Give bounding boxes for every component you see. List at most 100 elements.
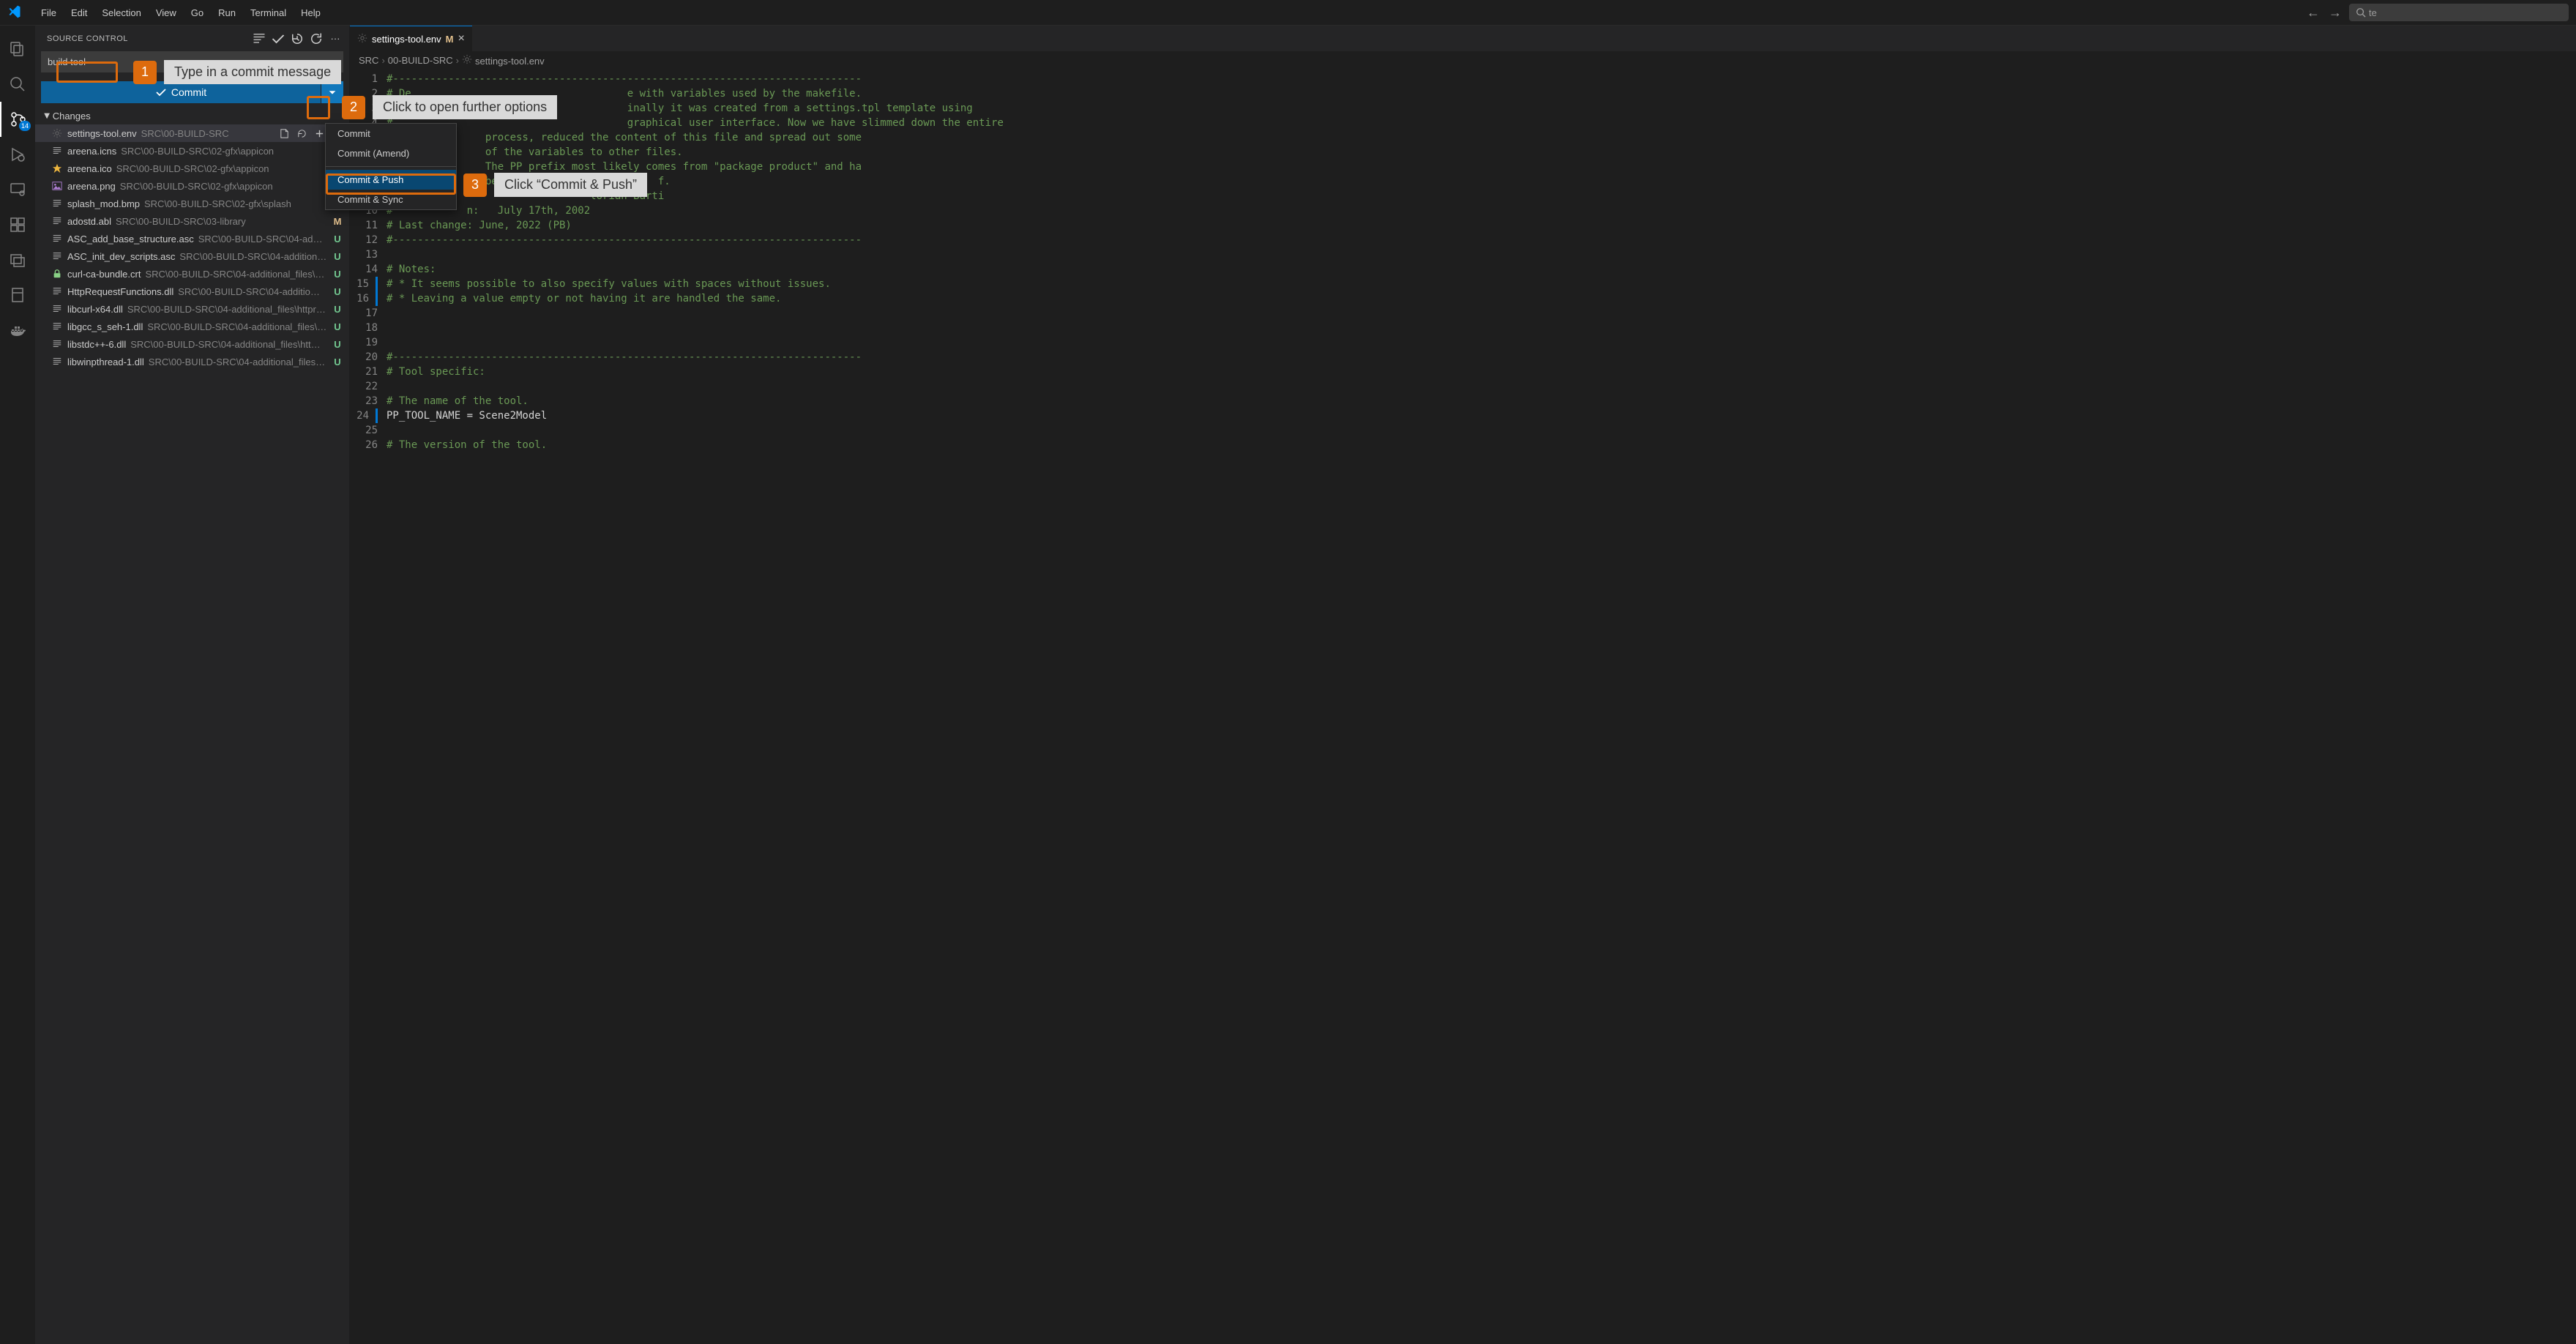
file-path: SRC\00-BUILD-SRC\04-additional_files\htt…: [130, 339, 327, 350]
panel-title: SOURCE CONTROL: [47, 34, 128, 43]
source-control-panel: SOURCE CONTROL ··· Commit: [35, 26, 350, 1344]
menu-terminal[interactable]: Terminal: [243, 4, 294, 21]
commit-option[interactable]: Commit & Sync: [326, 190, 456, 209]
history-icon[interactable]: [289, 31, 305, 47]
file-status: U: [332, 321, 343, 332]
star-icon: [51, 163, 63, 174]
extensions-tab[interactable]: [0, 207, 35, 242]
file-item[interactable]: libcurl-x64.dll SRC\00-BUILD-SRC\04-addit…: [35, 300, 349, 318]
file-item[interactable]: ASC_add_base_structure.asc SRC\00-BUILD-S…: [35, 230, 349, 247]
breadcrumb-segment[interactable]: 00-BUILD-SRC: [388, 55, 453, 66]
file-path: SRC\00-BUILD-SRC\04-addi…: [198, 234, 327, 244]
lines-icon: [51, 233, 63, 244]
gear-icon: [357, 33, 367, 45]
file-name: areena.png: [67, 181, 116, 192]
remote-tab[interactable]: [0, 172, 35, 207]
discard-icon[interactable]: [294, 125, 310, 141]
file-item[interactable]: settings-tool.envSRC\00-BUILD-SRCM: [35, 124, 349, 142]
menu-run[interactable]: Run: [211, 4, 243, 21]
view-changes-icon[interactable]: [251, 31, 267, 47]
menu-edit[interactable]: Edit: [64, 4, 94, 21]
chevron-down-icon: ▶: [42, 113, 51, 119]
menu-help[interactable]: Help: [294, 4, 328, 21]
source-control-tab[interactable]: 14: [0, 102, 35, 137]
file-status: U: [332, 286, 343, 297]
window-tab[interactable]: [0, 242, 35, 277]
docker-tab[interactable]: [0, 313, 35, 348]
file-name: libwinpthread-1.dll: [67, 356, 144, 367]
file-item[interactable]: areena.pngSRC\00-BUILD-SRC\02-gfx\appico…: [35, 177, 349, 195]
file-path: SRC\00-BUILD-SRC\03-library: [116, 216, 327, 227]
annotation-2: 2 Click to open further options: [335, 95, 557, 119]
file-name: areena.icns: [67, 146, 116, 157]
scm-badge: 14: [19, 121, 31, 131]
commit-option[interactable]: Commit & Push: [326, 170, 456, 190]
commit-button[interactable]: Commit: [41, 81, 321, 103]
file-item[interactable]: areena.icnsSRC\00-BUILD-SRC\02-gfx\appic…: [35, 142, 349, 160]
nav-forward-icon[interactable]: →: [2327, 5, 2343, 20]
menu-file[interactable]: File: [34, 4, 64, 21]
annotation-3: 3 Click “Commit & Push”: [456, 173, 647, 197]
menu-selection[interactable]: Selection: [94, 4, 148, 21]
lines-icon: [51, 303, 63, 315]
gear-icon: [51, 127, 63, 139]
file-path: SRC\00-BUILD-SRC\04-additional_files\htt…: [127, 304, 327, 315]
changes-file-list: settings-tool.envSRC\00-BUILD-SRCMareena…: [35, 124, 349, 370]
menu-view[interactable]: View: [149, 4, 184, 21]
command-center-input[interactable]: te: [2349, 4, 2569, 21]
file-item[interactable]: ASC_init_dev_scripts.ascSRC\00-BUILD-SRC…: [35, 247, 349, 265]
file-name: splash_mod.bmp: [67, 198, 140, 209]
file-name: adostd.abl: [67, 216, 111, 227]
breadcrumb-segment[interactable]: settings-tool.env: [462, 54, 545, 67]
file-status: U: [332, 234, 343, 244]
editor-tab-active[interactable]: settings-tool.env M ×: [350, 26, 472, 51]
commit-dropdown-menu: CommitCommit (Amend) Commit & PushCommit …: [325, 123, 457, 210]
file-name: settings-tool.env: [67, 128, 137, 139]
todo-tab[interactable]: [0, 277, 35, 313]
code-content[interactable]: #---------------------------------------…: [387, 69, 2576, 1344]
file-path: SRC\00-BUILD-SRC: [141, 128, 272, 139]
tab-modified-badge: M: [446, 34, 454, 45]
changes-section-header[interactable]: ▶ Changes: [35, 108, 349, 124]
lines-icon: [51, 215, 63, 227]
more-icon[interactable]: ···: [327, 31, 343, 47]
nav-back-icon[interactable]: ←: [2305, 5, 2321, 20]
close-icon[interactable]: ×: [458, 32, 465, 45]
file-item[interactable]: curl-ca-bundle.crtSRC\00-BUILD-SRC\04-ad…: [35, 265, 349, 283]
commit-option[interactable]: Commit (Amend): [326, 143, 456, 163]
lines-icon: [51, 198, 63, 209]
menu-go[interactable]: Go: [184, 4, 211, 21]
breadcrumb-segment[interactable]: SRC: [359, 55, 378, 66]
file-item[interactable]: libwinpthread-1.dll SRC\00-BUILD-SRC\04-a…: [35, 353, 349, 370]
file-item[interactable]: splash_mod.bmpSRC\00-BUILD-SRC\02-gfx\sp…: [35, 195, 349, 212]
commit-check-icon[interactable]: [270, 31, 286, 47]
file-item[interactable]: areena.icoSRC\00-BUILD-SRC\02-gfx\appico…: [35, 160, 349, 177]
file-name: ASC_add_base_structure.asc: [67, 234, 194, 244]
file-name: libcurl-x64.dll: [67, 304, 123, 315]
annotation-1: 1 Type in a commit message: [126, 60, 341, 84]
title-bar: FileEditSelectionViewGoRunTerminalHelp ←…: [0, 0, 2576, 26]
commit-button-label: Commit: [171, 86, 206, 98]
file-item[interactable]: libgcc_s_seh-1.dllSRC\00-BUILD-SRC\04-ad…: [35, 318, 349, 335]
commit-option[interactable]: Commit: [326, 124, 456, 143]
explorer-tab[interactable]: [0, 31, 35, 67]
file-name: libstdc++-6.dll: [67, 339, 126, 350]
refresh-icon[interactable]: [308, 31, 324, 47]
file-item[interactable]: libstdc++-6.dll SRC\00-BUILD-SRC\04-addit…: [35, 335, 349, 353]
file-path: SRC\00-BUILD-SRC\04-additional_files…: [149, 356, 327, 367]
open-file-icon[interactable]: [276, 125, 292, 141]
file-name: areena.ico: [67, 163, 112, 174]
breadcrumbs[interactable]: SRC›00-BUILD-SRC›settings-tool.env: [350, 51, 2576, 69]
search-tab[interactable]: [0, 67, 35, 102]
changes-label: Changes: [53, 111, 91, 122]
run-debug-tab[interactable]: [0, 137, 35, 172]
file-item[interactable]: HttpRequestFunctions.dllSRC\00-BUILD-SRC…: [35, 283, 349, 300]
file-path: SRC\00-BUILD-SRC\04-additional_files\…: [145, 269, 327, 280]
file-status: U: [332, 356, 343, 367]
tab-filename: settings-tool.env: [372, 34, 441, 45]
lines-icon: [51, 145, 63, 157]
img-icon: [51, 180, 63, 192]
file-item[interactable]: adostd.ablSRC\00-BUILD-SRC\03-libraryM: [35, 212, 349, 230]
file-name: libgcc_s_seh-1.dll: [67, 321, 143, 332]
lines-icon: [51, 338, 63, 350]
